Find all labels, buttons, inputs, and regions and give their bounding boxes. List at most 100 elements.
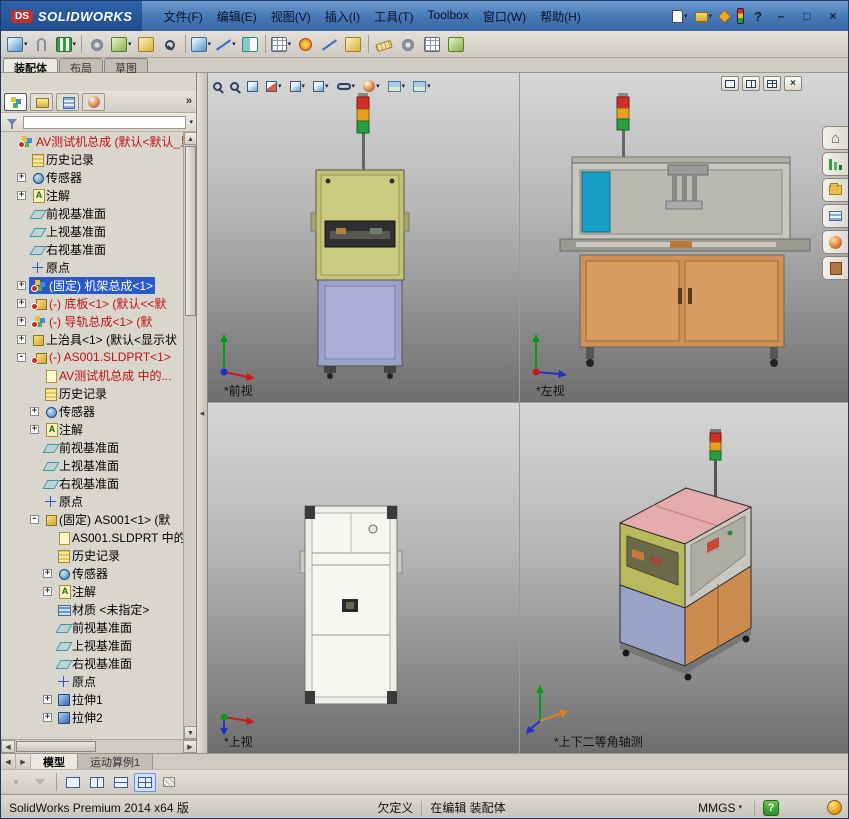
tree-item-5[interactable]: +上视基准面: [1, 222, 184, 240]
tree-item-21[interactable]: -(固定) AS001<1> (默: [1, 510, 184, 528]
display-style-button[interactable]: ▾: [310, 76, 332, 96]
tree-item-16[interactable]: +注解: [1, 420, 184, 438]
tree-item-20[interactable]: +原点: [1, 492, 184, 510]
viewport-two-vertical-button[interactable]: [110, 773, 132, 792]
new-document-button[interactable]: ▾: [670, 9, 690, 24]
tab-layout[interactable]: 布局: [59, 58, 103, 72]
tab-scroll-left-button[interactable]: ◀: [1, 754, 16, 769]
toolbar-options-button[interactable]: ▾: [5, 773, 27, 792]
tab-assembly[interactable]: 装配体: [3, 58, 58, 72]
close-viewport-toolbar-button[interactable]: ×: [784, 76, 802, 91]
tree-item-2[interactable]: +传感器: [1, 168, 184, 186]
viewport-top[interactable]: *上视: [208, 403, 519, 753]
tab-sketch[interactable]: 草图: [104, 58, 148, 72]
menu-window[interactable]: 窗口(W): [476, 6, 533, 27]
view-settings-button[interactable]: ▾: [410, 76, 434, 96]
linear-component-pattern-button[interactable]: ▾: [54, 33, 79, 56]
solidworks-alert-button[interactable]: [717, 10, 732, 23]
panel-tab-configurationmanager[interactable]: [56, 93, 79, 111]
view-orientation-button[interactable]: ▾: [287, 76, 309, 96]
tree-item-10[interactable]: +(-) 导轨总成<1> (默: [1, 312, 184, 330]
scroll-left-button[interactable]: ◀: [1, 740, 15, 753]
custom-properties-button[interactable]: [822, 256, 848, 280]
panel-tab-featuremanager[interactable]: [4, 93, 27, 111]
tree-item-15[interactable]: +传感器: [1, 402, 184, 420]
tree-item-28[interactable]: +上视基准面: [1, 636, 184, 654]
tab-motion-study-1[interactable]: 运动算例1: [78, 754, 153, 769]
tree-item-24[interactable]: +传感器: [1, 564, 184, 582]
menu-insert[interactable]: 插入(I): [318, 6, 367, 27]
tree-item-0[interactable]: +AV测试机总成 (默认<默认_显: [1, 132, 184, 150]
viewport-four-button[interactable]: [134, 773, 156, 792]
tree-item-6[interactable]: +右视基准面: [1, 240, 184, 258]
single-view-button[interactable]: [721, 76, 739, 91]
panel-tab-displaymanager[interactable]: [82, 93, 105, 111]
tree-item-9[interactable]: +(-) 底板<1> (默认<<默: [1, 294, 184, 312]
maximize-button[interactable]: □: [796, 8, 818, 25]
panel-tabs-overflow-button[interactable]: »: [186, 95, 192, 107]
exploded-view-button[interactable]: [293, 33, 317, 56]
tree-expander[interactable]: +: [17, 173, 26, 182]
reference-geometry-button[interactable]: ▾: [213, 33, 238, 56]
panel-tab-propertymanager[interactable]: [30, 93, 53, 111]
tree-expander[interactable]: -: [30, 515, 39, 524]
show-hidden-components-button[interactable]: [158, 33, 182, 56]
horizontal-scrollbar-thumb[interactable]: [16, 741, 96, 752]
two-view-button[interactable]: [742, 76, 760, 91]
tab-model[interactable]: 模型: [31, 754, 78, 769]
edit-appearance-button[interactable]: ▾: [360, 76, 383, 96]
tree-vertical-scrollbar[interactable]: ▲ ▼: [183, 132, 196, 739]
solidworks-rx-icon[interactable]: [827, 800, 842, 815]
assembly-features-button[interactable]: ▾: [189, 33, 214, 56]
tree-item-17[interactable]: +前视基准面: [1, 438, 184, 456]
tree-item-23[interactable]: +历史记录: [1, 546, 184, 564]
tree-item-13[interactable]: +AV测试机总成 中的...: [1, 366, 184, 384]
scroll-up-button[interactable]: ▲: [184, 132, 197, 145]
rotate-component-button[interactable]: [134, 33, 158, 56]
four-view-button[interactable]: [763, 76, 781, 91]
tree-expander[interactable]: +: [43, 569, 52, 578]
viewport-single-button[interactable]: [62, 773, 84, 792]
mass-properties-button[interactable]: [396, 33, 420, 56]
status-indicator-button[interactable]: [735, 7, 746, 25]
tree-item-1[interactable]: +历史记录: [1, 150, 184, 168]
menu-help[interactable]: 帮助(H): [533, 6, 588, 27]
tree-item-12[interactable]: -(-) AS001.SLDPRT<1>: [1, 348, 184, 366]
tree-item-22[interactable]: +AS001.SLDPRT 中的...: [1, 528, 184, 546]
tree-expander[interactable]: +: [17, 299, 26, 308]
help-button[interactable]: ?: [746, 9, 770, 24]
filter-dropdown-icon[interactable]: ▾: [189, 119, 193, 126]
tree-item-25[interactable]: +注解: [1, 582, 184, 600]
zoom-to-fit-button[interactable]: [210, 76, 225, 96]
bill-of-materials-button[interactable]: ▾: [269, 33, 294, 56]
tree-item-30[interactable]: +原点: [1, 672, 184, 690]
tree-item-14[interactable]: +历史记录: [1, 384, 184, 402]
tree-item-27[interactable]: +前视基准面: [1, 618, 184, 636]
scroll-down-button[interactable]: ▼: [184, 726, 197, 739]
menu-view[interactable]: 视图(V): [264, 6, 318, 27]
tree-item-26[interactable]: +材质 <未指定>: [1, 600, 184, 618]
viewport-left[interactable]: *左视: [520, 73, 849, 402]
tab-scroll-right-button[interactable]: ▶: [16, 754, 31, 769]
menu-edit[interactable]: 编辑(E): [210, 6, 264, 27]
filter-input[interactable]: [23, 116, 186, 129]
tree-expander[interactable]: +: [43, 713, 52, 722]
tree-expander[interactable]: +: [17, 281, 26, 290]
file-explorer-button[interactable]: [822, 204, 848, 228]
viewport-front[interactable]: *前视: [208, 73, 519, 402]
tree-item-31[interactable]: +拉伸1: [1, 690, 184, 708]
move-component-button[interactable]: ▾: [109, 33, 134, 56]
tree-item-29[interactable]: +右视基准面: [1, 654, 184, 672]
help-badge[interactable]: ?: [763, 800, 779, 816]
insert-components-button[interactable]: ▾: [5, 33, 30, 56]
tree-item-18[interactable]: +上视基准面: [1, 456, 184, 474]
vertical-scrollbar-thumb[interactable]: [185, 146, 196, 316]
tree-item-3[interactable]: +注解: [1, 186, 184, 204]
menu-tools[interactable]: 工具(T): [367, 6, 420, 27]
tree-expander[interactable]: +: [17, 317, 26, 326]
hide-show-items-button[interactable]: ▾: [334, 76, 359, 96]
tree-item-32[interactable]: +拉伸2: [1, 708, 184, 726]
minimize-button[interactable]: –: [770, 8, 792, 25]
explode-line-sketch-button[interactable]: [317, 33, 341, 56]
measure-button[interactable]: [372, 33, 396, 56]
